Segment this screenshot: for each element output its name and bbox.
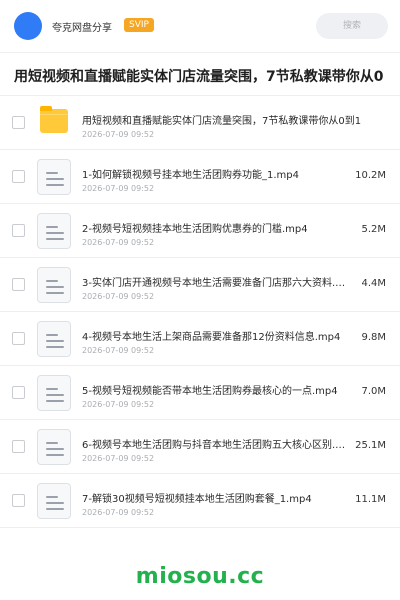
file-name: 7-解锁30视频号短视频挂本地生活团购套餐_1.mp4 (82, 494, 312, 505)
app-header: 夸克网盘分享 SVIP 搜索 (0, 0, 400, 52)
list-item[interactable]: 2-视频号短视频挂本地生活团购优惠券的门槛.mp4 2026-07-09 09:… (0, 204, 400, 258)
file-size: 7.0M (361, 386, 386, 397)
row-checkbox[interactable] (12, 440, 25, 453)
document-icon (37, 267, 71, 303)
list-item[interactable]: 4-视频号本地生活上架商品需要准备那12份资料信息.mp4 2026-07-09… (0, 312, 400, 366)
document-icon (37, 159, 71, 195)
document-icon (37, 429, 71, 465)
row-checkbox[interactable] (12, 386, 25, 399)
file-date: 2026-07-09 09:52 (82, 508, 155, 517)
file-date: 2026-07-09 09:52 (82, 400, 155, 409)
file-name: 用短视频和直播赋能实体门店流量突围，7节私教课带你从0到1 (82, 116, 362, 127)
file-size: 25.1M (355, 440, 386, 451)
file-date: 2026-07-09 09:52 (82, 130, 155, 139)
file-list: 用短视频和直播赋能实体门店流量突围，7节私教课带你从0到1 2026-07-09… (0, 96, 400, 528)
row-checkbox[interactable] (12, 278, 25, 291)
file-date: 2026-07-09 09:52 (82, 184, 155, 193)
share-title: 用短视频和直播赋能实体门店流量突围，7节私教课带你从0 (14, 69, 384, 85)
list-item[interactable]: 5-视频号短视频能否带本地生活团购券最核心的一点.mp4 2026-07-09 … (0, 366, 400, 420)
file-name: 4-视频号本地生活上架商品需要准备那12份资料信息.mp4 (82, 332, 341, 343)
list-item[interactable]: 1-如何解锁视频号挂本地生活团购券功能_1.mp4 2026-07-09 09:… (0, 150, 400, 204)
list-item[interactable]: 7-解锁30视频号短视频挂本地生活团购套餐_1.mp4 2026-07-09 0… (0, 474, 400, 528)
row-checkbox[interactable] (12, 116, 25, 129)
svip-badge: SVIP (124, 18, 154, 32)
document-icon (37, 213, 71, 249)
file-size: 10.2M (355, 170, 386, 181)
file-date: 2026-07-09 09:52 (82, 346, 155, 355)
list-item[interactable]: 3-实体门店开通视频号本地生活需要准备门店那六大资料.mp4 2026-07-0… (0, 258, 400, 312)
list-item[interactable]: 用短视频和直播赋能实体门店流量突围，7节私教课带你从0到1 2026-07-09… (0, 96, 400, 150)
file-name: 5-视频号短视频能否带本地生活团购券最核心的一点.mp4 (82, 386, 338, 397)
file-size: 4.4M (361, 278, 386, 289)
row-checkbox[interactable] (12, 494, 25, 507)
row-checkbox[interactable] (12, 224, 25, 237)
document-icon (37, 321, 71, 357)
file-name: 1-如何解锁视频号挂本地生活团购券功能_1.mp4 (82, 170, 299, 181)
search-input[interactable]: 搜索 (316, 13, 388, 39)
document-icon (37, 375, 71, 411)
file-name: 2-视频号短视频挂本地生活团购优惠券的门槛.mp4 (82, 224, 308, 235)
row-checkbox[interactable] (12, 170, 25, 183)
list-item[interactable]: 6-视频号本地生活团购与抖音本地生活团购五大核心区别.mp4 2026-07-0… (0, 420, 400, 474)
file-name: 6-视频号本地生活团购与抖音本地生活团购五大核心区别.mp4 (82, 440, 354, 451)
header-divider (0, 52, 400, 53)
folder-icon (40, 106, 68, 133)
file-date: 2026-07-09 09:52 (82, 238, 155, 247)
row-checkbox[interactable] (12, 332, 25, 345)
avatar[interactable] (14, 12, 42, 40)
file-size: 11.1M (355, 494, 386, 505)
file-size: 5.2M (361, 224, 386, 235)
watermark-text: miosou.cc (135, 564, 265, 589)
brand-name: 夸克网盘分享 (52, 23, 112, 34)
document-icon (37, 483, 71, 519)
file-date: 2026-07-09 09:52 (82, 292, 155, 301)
file-name: 3-实体门店开通视频号本地生活需要准备门店那六大资料.mp4 (82, 278, 354, 289)
file-size: 9.8M (361, 332, 386, 343)
file-date: 2026-07-09 09:52 (82, 454, 155, 463)
